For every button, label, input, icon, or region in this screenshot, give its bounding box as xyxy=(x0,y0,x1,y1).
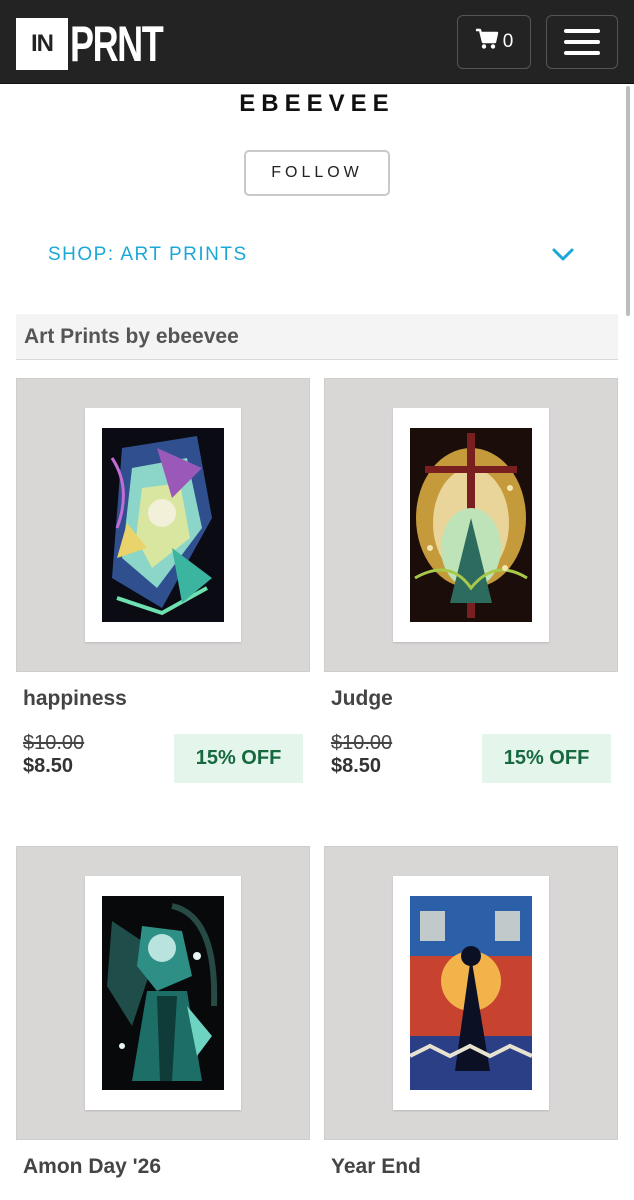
cart-icon xyxy=(475,28,499,56)
original-price: $10.00 xyxy=(331,732,393,754)
follow-button[interactable]: FOLLOW xyxy=(244,150,390,196)
product-thumbnail[interactable] xyxy=(324,846,618,1140)
product-thumbnail[interactable] xyxy=(16,378,310,672)
sale-price: $8.50 xyxy=(331,755,382,777)
section-heading: Art Prints by ebeevee xyxy=(16,314,618,360)
artwork-image xyxy=(410,896,532,1090)
hamburger-icon-line xyxy=(564,40,600,44)
scrollbar[interactable] xyxy=(626,86,630,316)
shop-category-label: SHOP: ART PRINTS xyxy=(48,244,248,265)
original-price: $10.00 xyxy=(23,732,85,754)
inprnt-logo[interactable]: IN PRNT xyxy=(16,18,198,70)
artwork-image xyxy=(102,428,224,622)
print-mat xyxy=(85,408,241,642)
product-thumbnail[interactable] xyxy=(324,378,618,672)
print-mat xyxy=(393,408,549,642)
product-thumbnail[interactable] xyxy=(16,846,310,1140)
cart-count: 0 xyxy=(502,31,514,52)
artwork-image xyxy=(410,428,532,622)
top-nav-bar: IN PRNT 0 xyxy=(0,0,634,84)
hamburger-icon-line xyxy=(564,51,600,55)
print-mat xyxy=(393,876,549,1110)
cart-button[interactable]: 0 xyxy=(457,15,531,69)
shop-name: EBEEVEE xyxy=(239,90,395,117)
product-card[interactable]: Year End xyxy=(324,846,618,1200)
discount-badge: 15% OFF xyxy=(482,734,611,783)
product-title[interactable]: Judge xyxy=(331,687,393,711)
hamburger-icon-line xyxy=(564,29,600,33)
chevron-down-icon xyxy=(548,240,578,270)
product-card[interactable]: Judge $10.00 $8.50 15% OFF xyxy=(324,378,618,798)
product-card[interactable]: happiness $10.00 $8.50 15% OFF xyxy=(16,378,310,798)
logo-box: IN xyxy=(16,18,68,70)
hamburger-menu-button[interactable] xyxy=(546,15,618,69)
logo-text: PRNT xyxy=(70,16,164,72)
product-card[interactable]: Amon Day '26 xyxy=(16,846,310,1200)
shop-category-dropdown[interactable]: SHOP: ART PRINTS xyxy=(48,240,578,270)
sale-price: $8.50 xyxy=(23,755,74,777)
artwork-image xyxy=(102,896,224,1090)
discount-badge: 15% OFF xyxy=(174,734,303,783)
product-title[interactable]: Amon Day '26 xyxy=(23,1155,161,1179)
print-mat xyxy=(85,876,241,1110)
product-title[interactable]: Year End xyxy=(331,1155,421,1179)
product-title[interactable]: happiness xyxy=(23,687,127,711)
